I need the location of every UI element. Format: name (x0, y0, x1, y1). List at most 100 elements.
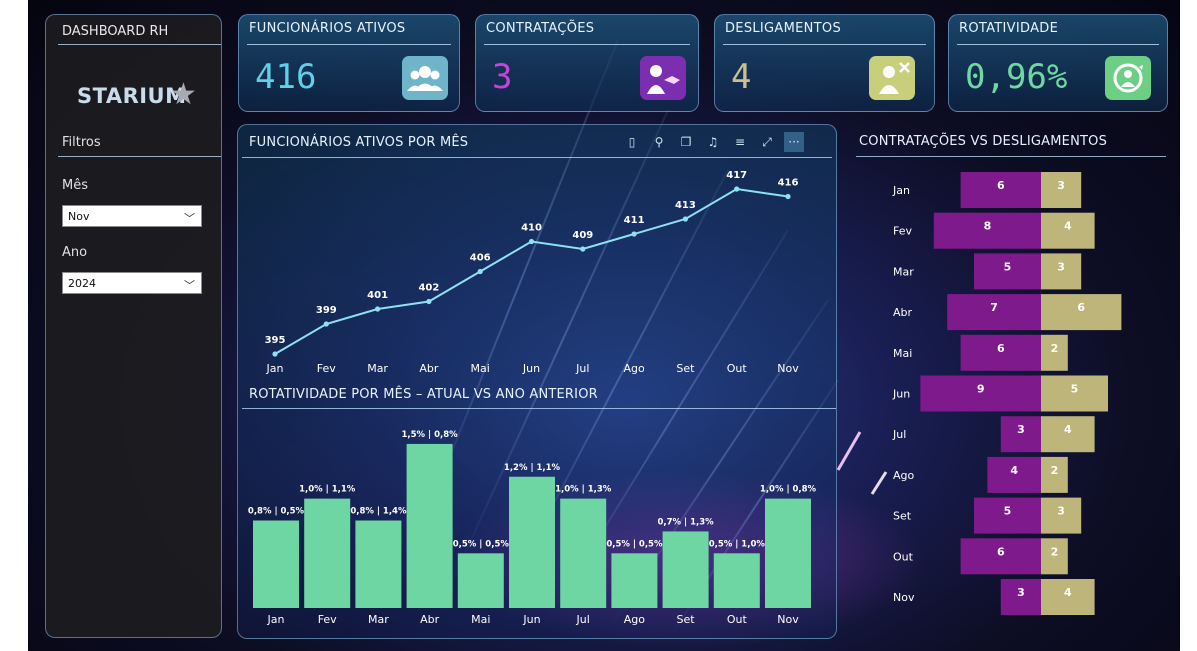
data-label: 7 (990, 301, 998, 314)
divider (856, 156, 1166, 157)
y-tick-label: Out (893, 550, 914, 563)
data-label: 0,5% | 0,5% (606, 539, 663, 549)
data-label: 6 (1077, 301, 1085, 314)
filters-heading: Filtros (62, 135, 101, 150)
year-label: Ano (62, 245, 88, 260)
filter-sidebar: DASHBOARD RH STARIUM ★ Filtros Mês Nov ﹀… (45, 14, 222, 638)
y-tick-label: Fev (893, 225, 912, 238)
x-tick-label: Jul (576, 613, 590, 626)
kpi-title: ROTATIVIDADE (959, 21, 1059, 36)
data-label: 3 (1057, 505, 1065, 518)
data-label: 4 (1010, 464, 1018, 477)
data-label: 2 (1051, 464, 1059, 477)
divider (723, 44, 926, 45)
bar (406, 443, 453, 608)
kpi-card-hires[interactable]: CONTRATAÇÕES 3 (475, 14, 699, 112)
data-label: 6 (997, 545, 1005, 558)
data-label: 6 (997, 342, 1005, 355)
year-select-value: 2024 (68, 277, 96, 290)
data-label: 0,8% | 0,5% (248, 507, 305, 517)
bar (253, 520, 299, 608)
data-label: 4 (1064, 586, 1072, 599)
kpi-value: 3 (492, 57, 513, 97)
data-label: 8 (984, 220, 992, 233)
dashboard-canvas: DASHBOARD RH STARIUM ★ Filtros Mês Nov ﹀… (28, 0, 1180, 651)
kpi-value: 4 (731, 57, 752, 97)
chevron-down-icon: ﹀ (184, 279, 195, 292)
data-label: 0,8% | 1,4% (350, 507, 407, 517)
chevron-down-icon: ﹀ (184, 212, 195, 225)
y-tick-label: Jul (892, 428, 906, 441)
divider (484, 44, 690, 45)
bar (662, 531, 709, 608)
data-label: 5 (1071, 383, 1079, 396)
x-tick-label: Jan (267, 613, 285, 626)
data-label: 0,7% | 1,3% (658, 517, 715, 527)
data-label: 1,0% | 1,3% (555, 485, 612, 495)
year-select[interactable]: 2024 ﹀ (62, 272, 202, 294)
data-label: 0,5% | 0,5% (453, 539, 510, 549)
bar (713, 553, 760, 608)
data-label: 3 (1057, 260, 1065, 273)
y-tick-label: Abr (893, 306, 913, 319)
x-tick-label: Out (727, 613, 748, 626)
kpi-card-active-employees[interactable]: FUNCIONÁRIOS ATIVOS 416 (238, 14, 460, 112)
x-tick-label: Set (677, 613, 696, 626)
kpi-title: FUNCIONÁRIOS ATIVOS (249, 21, 406, 36)
bar (560, 498, 607, 608)
data-label: 4 (1064, 423, 1072, 436)
data-label: 3 (1017, 586, 1025, 599)
x-tick-label: Fev (318, 613, 337, 626)
data-label: 6 (997, 179, 1005, 192)
kpi-title: DESLIGAMENTOS (725, 21, 841, 36)
bar (611, 553, 658, 608)
data-label: 9 (977, 383, 985, 396)
kpi-title: CONTRATAÇÕES (486, 21, 595, 36)
kpi-value: 0,96% (965, 57, 1068, 97)
x-tick-label: Mar (368, 613, 389, 626)
y-tick-label: Mar (893, 265, 914, 278)
bar (457, 553, 504, 608)
month-select[interactable]: Nov ﹀ (62, 205, 202, 227)
y-tick-label: Ago (893, 469, 915, 482)
y-tick-label: Mai (893, 347, 912, 360)
x-tick-label: Abr (420, 613, 440, 626)
data-label: 5 (1004, 505, 1012, 518)
divider (58, 44, 221, 45)
bar (304, 498, 351, 608)
data-label: 1,5% | 0,8% (402, 430, 459, 440)
people-icon (402, 56, 448, 100)
divider (58, 156, 221, 157)
bar (765, 498, 811, 608)
divider (247, 44, 451, 45)
kpi-value: 416 (255, 57, 317, 97)
data-label: 2 (1051, 545, 1059, 558)
divider (957, 44, 1159, 45)
data-label: 5 (1004, 260, 1012, 273)
data-label: 3 (1017, 423, 1025, 436)
user-remove-icon (869, 56, 915, 100)
bar (355, 520, 402, 608)
y-tick-label: Jun (892, 388, 910, 401)
hires-vs-terminations-chart: Jan 6 3 Fev 8 4 Mar 5 3 Abr 7 6 Mai 6 2 Jun 9 5 Jul 3 4 Ago 4 2… (892, 172, 1122, 615)
x-tick-label: Mai (471, 613, 490, 626)
data-label: 1,2% | 1,1% (504, 463, 561, 473)
rotation-icon (1105, 56, 1151, 100)
data-label: 4 (1064, 220, 1072, 233)
kpi-card-turnover[interactable]: ROTATIVIDADE 0,96% (948, 14, 1168, 112)
dashboard-title: DASHBOARD RH (62, 24, 169, 39)
month-label: Mês (62, 178, 88, 193)
kpi-card-terminations[interactable]: DESLIGAMENTOS 4 (714, 14, 935, 112)
data-label: 3 (1057, 179, 1065, 192)
handshake-icon (640, 56, 686, 100)
hbar-chart-title: CONTRATAÇÕES VS DESLIGAMENTOS (859, 134, 1108, 149)
data-label: 2 (1051, 342, 1059, 355)
y-tick-label: Set (893, 510, 912, 523)
data-label: 1,0% | 1,1% (299, 485, 356, 495)
bar (509, 476, 555, 608)
turnover-bar-chart: 0,8% | 0,5% Jan 1,0% | 1,1% Fev 0,8% | 1,4% M… (248, 430, 817, 626)
x-tick-label: Ago (624, 613, 646, 626)
month-select-value: Nov (68, 210, 90, 223)
data-label: 1,0% | 0,8% (760, 485, 817, 495)
y-tick-label: Jan (892, 184, 910, 197)
